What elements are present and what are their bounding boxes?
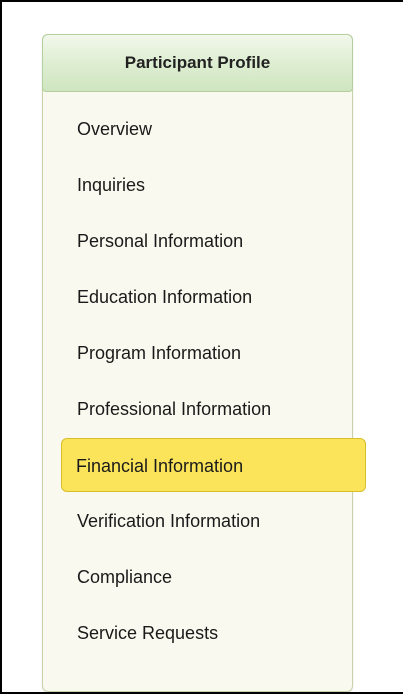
window-frame: Participant Profile Overview Inquiries P… <box>0 0 403 694</box>
nav-item-program-information[interactable]: Program Information <box>43 325 352 381</box>
nav-item-service-requests[interactable]: Service Requests <box>43 605 352 661</box>
nav-item-financial-information[interactable]: Financial Information <box>61 438 366 492</box>
nav-item-overview[interactable]: Overview <box>43 101 352 157</box>
nav-item-education-information[interactable]: Education Information <box>43 269 352 325</box>
nav-item-verification-information[interactable]: Verification Information <box>43 493 352 549</box>
panel-title: Participant Profile <box>42 34 353 92</box>
nav-item-compliance[interactable]: Compliance <box>43 549 352 605</box>
profile-nav: Overview Inquiries Personal Information … <box>43 101 366 661</box>
nav-item-professional-information[interactable]: Professional Information <box>43 381 352 437</box>
nav-item-inquiries[interactable]: Inquiries <box>43 157 352 213</box>
participant-profile-panel: Participant Profile Overview Inquiries P… <box>42 34 366 692</box>
nav-item-personal-information[interactable]: Personal Information <box>43 213 352 269</box>
